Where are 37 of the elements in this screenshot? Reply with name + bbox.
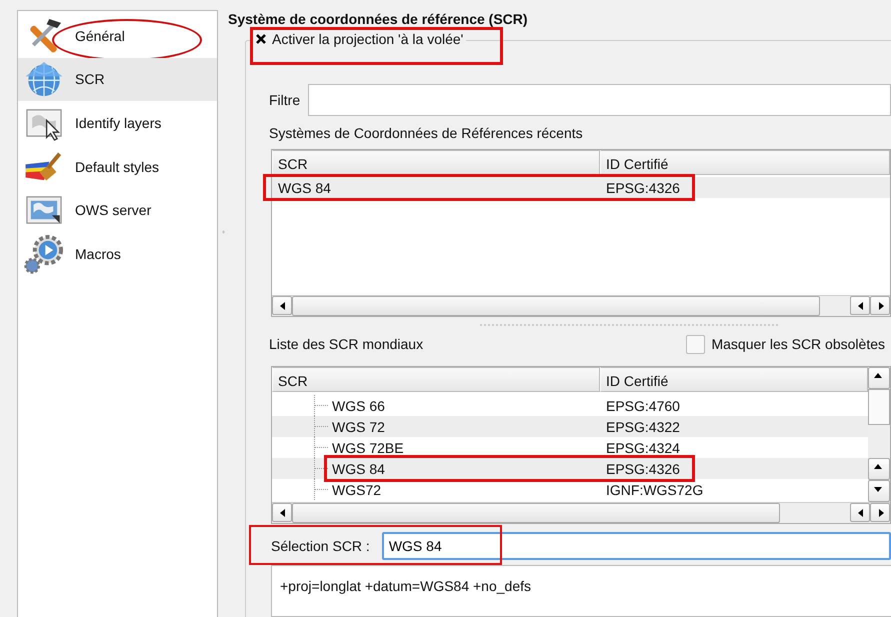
- column-header[interactable]: SCR: [272, 150, 600, 175]
- table-cell: IGNF:WGS72G: [606, 482, 704, 498]
- horizontal-scrollbar[interactable]: [272, 295, 890, 316]
- sidebar-item[interactable]: OWS server: [18, 188, 217, 232]
- selection-field[interactable]: WGS 84: [382, 532, 891, 560]
- column-header[interactable]: ID Certifié: [600, 367, 868, 392]
- table-cell: EPSG:4326: [606, 460, 680, 476]
- table-cell: WGS 84: [278, 180, 331, 196]
- sidebar-item[interactable]: Default styles: [18, 144, 217, 188]
- section-label: Liste des SCR mondiaux: [269, 336, 424, 352]
- table-cell: EPSG:4322: [606, 418, 680, 434]
- sidebar-item[interactable]: Identify layers: [18, 101, 217, 145]
- section-label: Systèmes de Coordonnées de Références récents: [269, 125, 584, 143]
- selection-label: Sélection SCR :: [271, 538, 370, 554]
- table-cell: WGS72: [332, 482, 382, 498]
- proj-text-area[interactable]: +proj=longlat +datum=WGS84 +no_defs: [271, 565, 891, 617]
- sidebar-item[interactable]: SCR: [18, 58, 217, 102]
- cross-icon: [256, 34, 266, 44]
- table-cell: EPSG:4326: [606, 180, 680, 196]
- column-header[interactable]: SCR: [272, 367, 600, 392]
- table-cell: EPSG:4760: [606, 398, 680, 414]
- gear-icon: [23, 232, 65, 275]
- table-cell: EPSG:4324: [606, 440, 680, 456]
- filter-field[interactable]: [308, 84, 891, 116]
- vertical-scrollbar[interactable]: [868, 367, 890, 502]
- horizontal-scrollbar[interactable]: [272, 502, 890, 523]
- table-cell: WGS 72: [332, 418, 385, 434]
- column-header[interactable]: ID Certifié: [600, 150, 890, 175]
- projection-checkbox[interactable]: Activer la projection 'à la volée': [251, 31, 466, 47]
- table-cell: WGS 66: [332, 398, 385, 414]
- obsolete-checkbox[interactable]: Masquer les SCR obsolètes: [686, 334, 885, 354]
- sidebar-item[interactable]: Macros: [18, 232, 217, 276]
- table-cell: WGS 72BE: [332, 440, 404, 456]
- section-title: Système de coordonnées de référence (SCR): [228, 10, 529, 28]
- table-cell: WGS 84: [332, 460, 385, 476]
- filter-label: Filtre: [269, 92, 300, 108]
- table-row[interactable]: WGS 84 EPSG:4326: [272, 177, 890, 198]
